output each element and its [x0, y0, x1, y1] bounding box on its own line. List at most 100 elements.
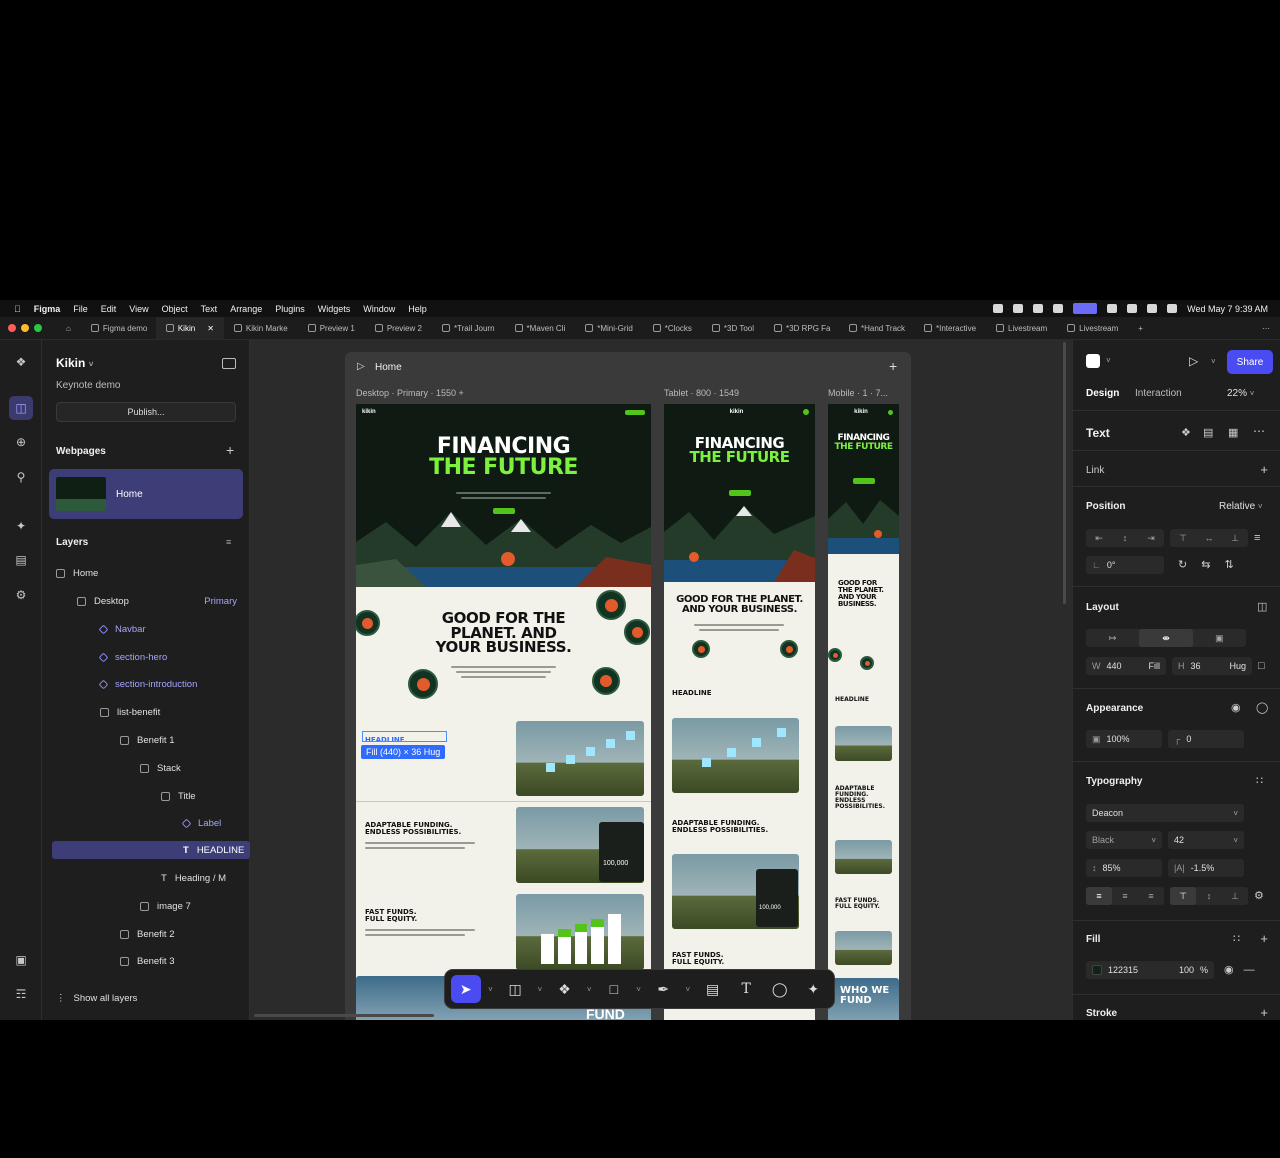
align-bottom-icon[interactable]: ⊥ [1222, 529, 1248, 547]
tab-hand-track[interactable]: *Hand Track [839, 317, 914, 339]
layer-section-introduction[interactable]: section-introduction [98, 675, 197, 693]
search-icon[interactable]: ⚲ [9, 465, 33, 489]
settings-icon[interactable]: ⚙ [9, 583, 33, 607]
control-center-icon[interactable] [1167, 304, 1178, 313]
tab-clocks[interactable]: *Clocks [643, 317, 702, 339]
multiplayer-avatar[interactable] [1086, 354, 1100, 368]
text-align-right-icon[interactable]: ≡ [1138, 887, 1164, 905]
fill-visibility-eye-icon[interactable]: ◉ [1224, 961, 1234, 979]
tab-trail-journal[interactable]: *Trail Journ [432, 317, 505, 339]
tab-interaction[interactable]: Interaction [1135, 388, 1182, 399]
screen-mirror-icon[interactable] [1073, 303, 1098, 314]
align-right-icon[interactable]: ⇥ [1138, 529, 1164, 547]
canvas[interactable]: ▷ Home + Desktop · Primary · 1550 + Tabl… [250, 340, 1072, 1020]
desktop-breakpoint-label[interactable]: Desktop · Primary · 1550 + [356, 388, 464, 398]
tab-kikin[interactable]: Kikin ✕ [155, 317, 224, 339]
new-tab-button[interactable]: + [1128, 317, 1153, 339]
component-tool-button[interactable]: ❖ [550, 975, 580, 1003]
chevron-down-icon[interactable]: ˅ [682, 985, 694, 994]
remove-fill-icon[interactable]: — [1244, 961, 1255, 979]
text-styles-icon[interactable]: ∷ [1256, 774, 1263, 787]
layout-grid-icon[interactable]: ▣ [1193, 629, 1246, 647]
chevron-down-icon[interactable]: ˅ [89, 360, 94, 369]
menu-text[interactable]: Text [201, 304, 218, 314]
play-icon[interactable]: ▷ [357, 361, 365, 372]
apple-icon[interactable]:  [14, 304, 21, 314]
frame-tool-button[interactable]: ◫ [500, 975, 530, 1003]
align-top-icon[interactable]: ⊤ [1170, 529, 1196, 547]
grid-icon[interactable]: ▦ [1228, 426, 1238, 439]
menu-object[interactable]: Object [162, 304, 188, 314]
share-button[interactable]: Share [1227, 350, 1273, 374]
pages-icon[interactable]: ◫ [9, 396, 33, 420]
chevron-down-icon[interactable]: ˅ [534, 985, 546, 994]
menu-window[interactable]: Window [363, 304, 395, 314]
horizontal-scrollbar[interactable] [254, 1014, 434, 1017]
tab-mini-grid[interactable]: *Mini-Grid [575, 317, 643, 339]
rectangle-tool-button[interactable]: □ [599, 975, 629, 1003]
chevron-down-icon[interactable]: ˅ [583, 985, 595, 994]
menu-widgets[interactable]: Widgets [318, 304, 351, 314]
flip-horizontal-icon[interactable]: ⇆ [1201, 556, 1210, 574]
show-all-layers-button[interactable]: ⋮ Show all layers [56, 989, 137, 1007]
sidebar-toggle-icon[interactable] [222, 358, 236, 369]
desktop-page-preview[interactable]: kikin FINANCING THE FUTURE GOOD FOR THE … [356, 404, 651, 1020]
webpage-item-home[interactable]: Home [49, 469, 243, 519]
preview-play-icon[interactable]: ▷ [1189, 354, 1198, 368]
figma-logo-icon[interactable]: ❖ [9, 350, 33, 374]
tab-overflow-button[interactable]: ⋯ [1252, 317, 1280, 339]
height-field[interactable]: H 36 Hug [1172, 657, 1252, 675]
pen-tool-button[interactable]: ✒ [648, 975, 678, 1003]
layer-heading-m[interactable]: T Heading / M [161, 869, 226, 887]
layer-label-component[interactable]: Label [181, 814, 221, 832]
hero-section[interactable]: kikin FINANCING THE FUTURE [356, 404, 651, 587]
tab-kikin-marketing[interactable]: Kikin Marke [224, 317, 298, 339]
layer-desktop[interactable]: Desktop Primary [77, 592, 237, 610]
more-icon[interactable]: ⋯ [1253, 424, 1265, 438]
menu-arrange[interactable]: Arrange [230, 304, 262, 314]
tablet-breakpoint-label[interactable]: Tablet · 800 · 1549 [664, 388, 739, 398]
comment-tool-button[interactable]: ◯ [765, 975, 795, 1003]
tab-maven-cli[interactable]: *Maven Cli [505, 317, 576, 339]
add-webpage-button[interactable]: + [226, 442, 234, 458]
zoom-level[interactable]: 22% ˅ [1227, 388, 1254, 399]
chevron-down-icon[interactable]: ˅ [633, 985, 645, 994]
blend-drop-icon[interactable]: ◯ [1256, 701, 1268, 714]
layout-stack-icon[interactable]: ⇼ [1139, 629, 1193, 647]
zoom-window-button[interactable] [34, 324, 42, 332]
fill-styles-icon[interactable]: ∷ [1233, 932, 1240, 945]
flip-vertical-icon[interactable]: ⇅ [1224, 556, 1233, 574]
assets-icon[interactable]: ⊕ [9, 430, 33, 454]
layer-benefit-3[interactable]: Benefit 3 [120, 952, 175, 970]
search-icon[interactable] [1147, 304, 1158, 313]
move-tool-button[interactable]: ➤ [451, 975, 481, 1003]
chevron-down-icon[interactable]: ˅ [1211, 357, 1216, 366]
align-center-h-icon[interactable]: ↕ [1112, 529, 1138, 547]
chevron-down-icon[interactable]: ˅ [1106, 356, 1111, 365]
text-settings-icon[interactable]: ⚙ [1254, 887, 1264, 905]
mobile-breakpoint-label[interactable]: Mobile · 1 · 7... [828, 388, 888, 398]
line-height-field[interactable]: ↕ 85% [1086, 859, 1162, 877]
opacity-field[interactable]: ▣ 100% [1086, 730, 1162, 748]
layer-navbar[interactable]: Navbar [98, 620, 146, 638]
layer-title[interactable]: Title [161, 787, 196, 805]
distribute-icon[interactable]: ≡ [1254, 529, 1260, 547]
letter-spacing-field[interactable]: |A| -1.5% [1168, 859, 1244, 877]
collapse-layers-icon[interactable]: ≡ [226, 537, 231, 547]
layer-image-7[interactable]: image 7 [140, 897, 191, 915]
fill-color-field[interactable]: 122315 100% [1086, 961, 1214, 979]
components-icon[interactable]: ✦ [9, 514, 33, 538]
home-tab[interactable]: ⌂ [56, 317, 81, 339]
home-webpage-frame[interactable]: ▷ Home + Desktop · Primary · 1550 + Tabl… [345, 352, 911, 1020]
tab-3d-rpg[interactable]: *3D RPG Fa [764, 317, 839, 339]
width-field[interactable]: W 440 Fill [1086, 657, 1166, 675]
layer-home[interactable]: Home [56, 564, 98, 582]
tablet-page-preview[interactable]: kikin FINANCING THE FUTURE GOOD FOR THE P… [664, 404, 815, 1020]
layer-section-hero[interactable]: section-hero [98, 648, 167, 666]
mobile-page-preview[interactable]: kikin FINANCING THE FUTURE GOOD FOR THE P… [828, 404, 899, 1020]
add-breakpoint-icon[interactable]: + [889, 358, 897, 374]
translate-icon[interactable]: ▣ [9, 948, 33, 972]
text-style-icon[interactable]: ▤ [1203, 426, 1213, 439]
text-align-top-icon[interactable]: ⊤ [1170, 887, 1196, 905]
menu-help[interactable]: Help [408, 304, 427, 314]
